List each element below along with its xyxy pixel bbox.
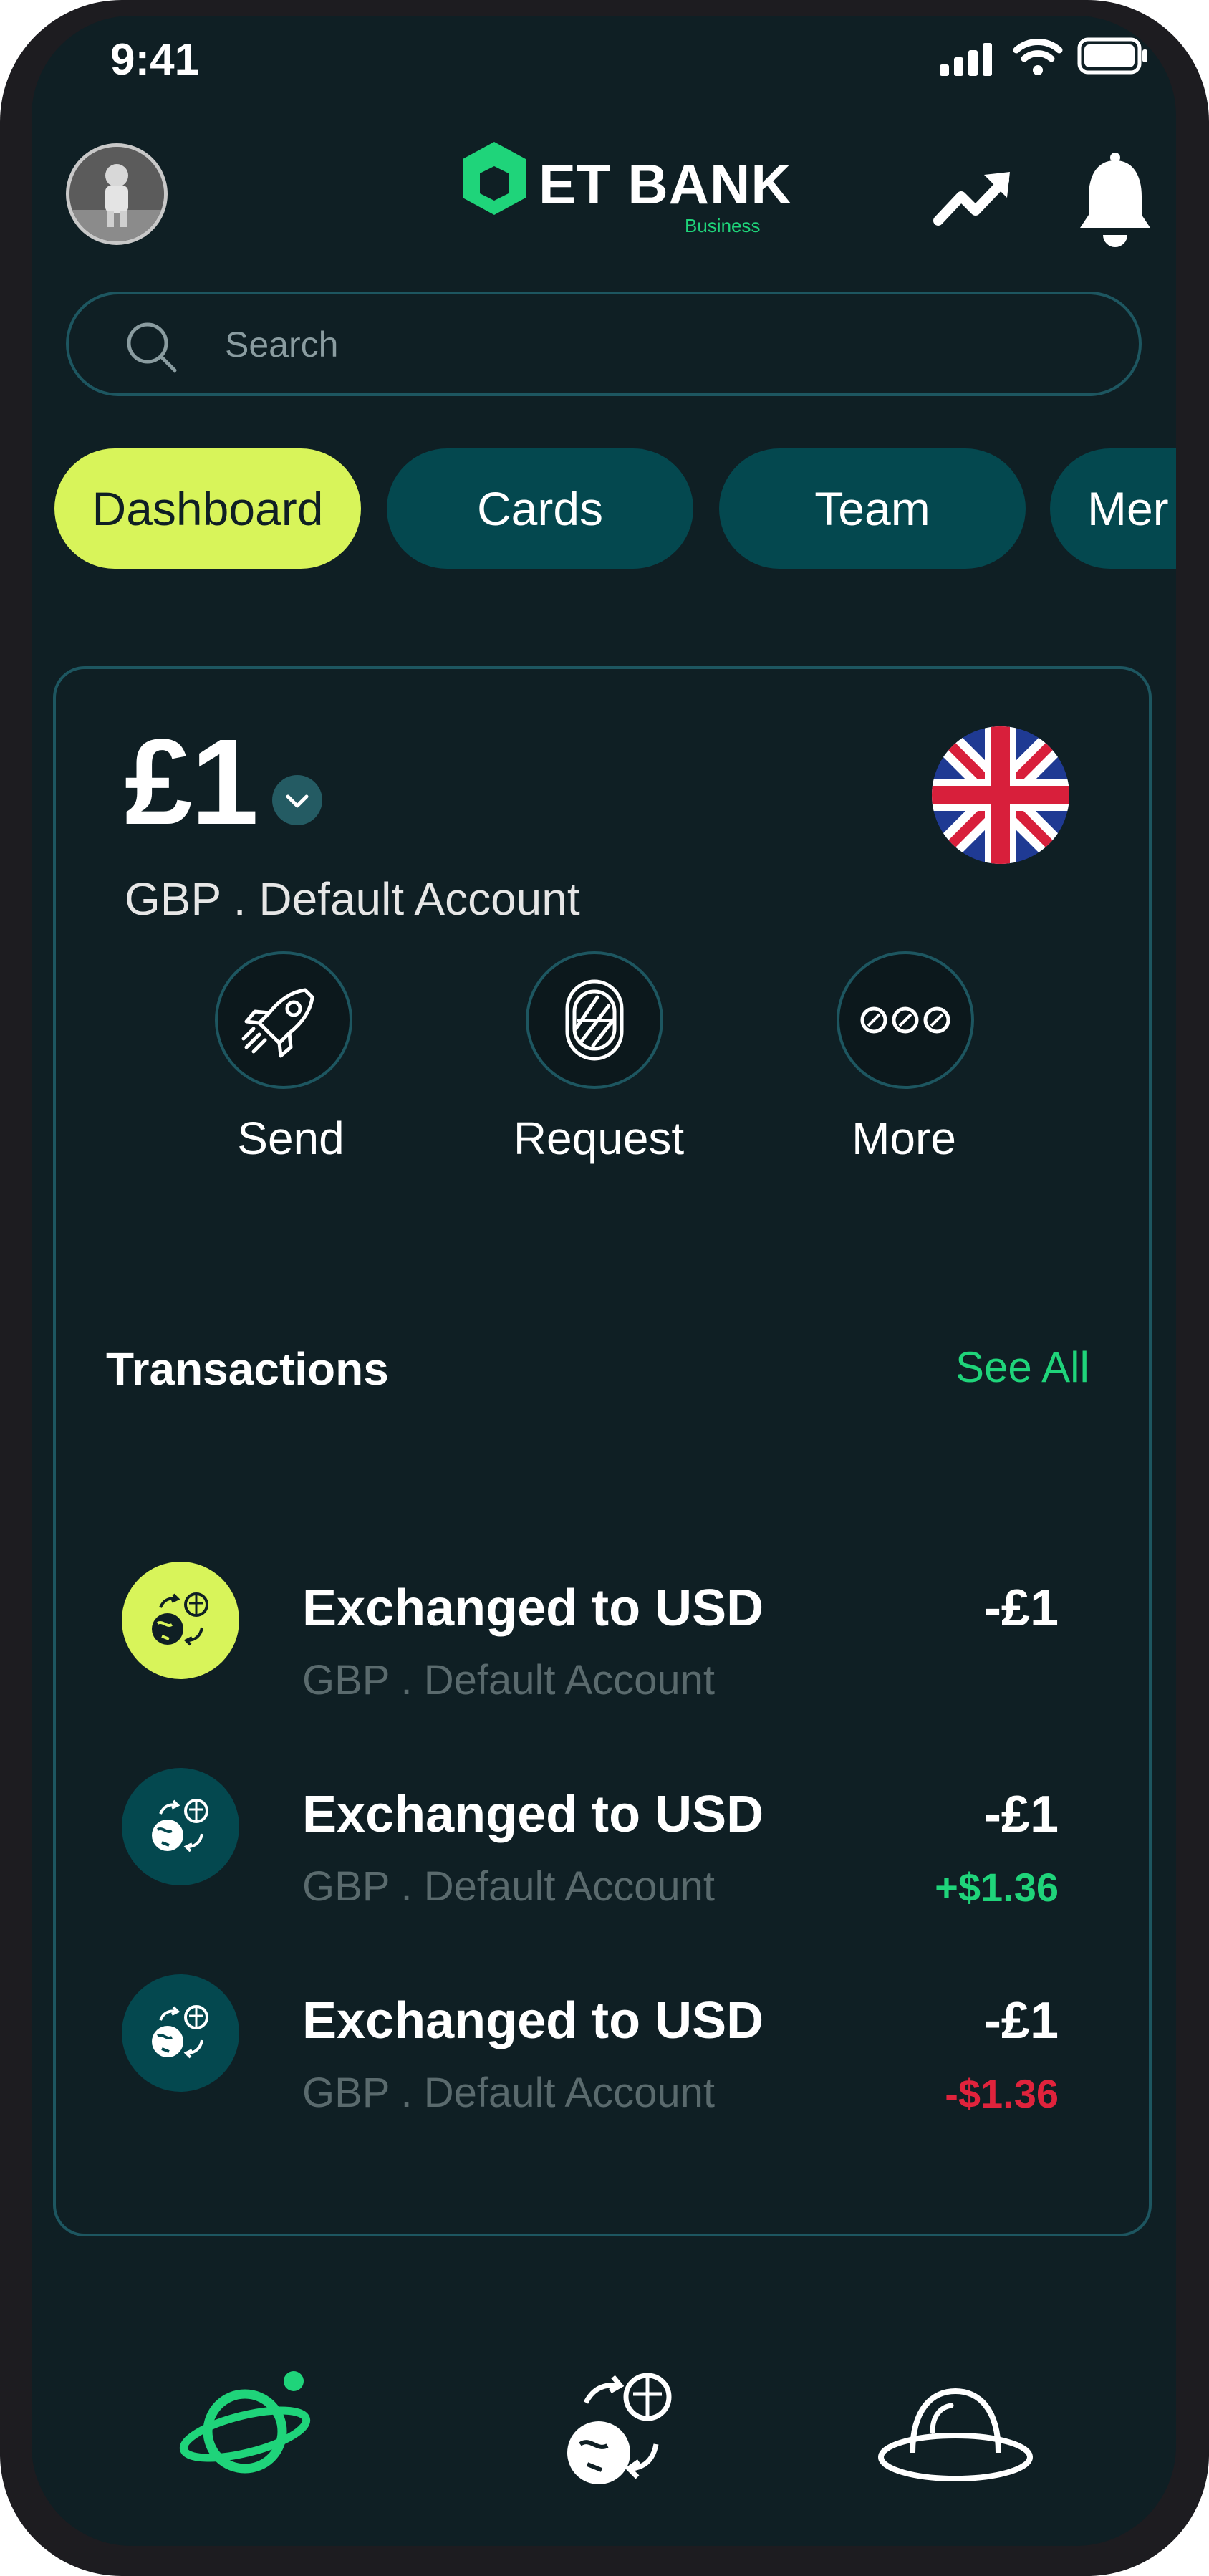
transaction-subtitle: GBP . Default Account [302,2070,716,2116]
signal-icon [940,43,994,80]
transaction-converted-amount: -$1.36 [945,2071,1059,2116]
avatar[interactable] [66,143,168,245]
rocket-icon [241,988,314,1058]
account-balance: £1 [125,714,259,850]
transaction-converted-amount: +$1.36 [935,1865,1059,1910]
battery-icon [1077,37,1149,78]
see-all-link[interactable]: See All [955,1342,1089,1392]
account-label: GBP . Default Account [125,873,580,925]
more-label: More [852,1112,956,1164]
transaction-title: Exchanged to USD [302,1786,764,1843]
tab-dashboard[interactable]: Dashboard [54,448,361,569]
wifi-icon [1013,36,1063,80]
request-button[interactable] [526,951,663,1089]
more-dots-icon [860,1006,950,1034]
brand-subtitle: Business [685,215,761,236]
exchange-globe-icon [122,1562,239,1679]
nav-profile[interactable] [870,2365,1041,2494]
transaction-amount: -£1 [983,1992,1059,2049]
search-icon [125,320,179,378]
ufo-hat-icon [878,2388,1033,2481]
more-button[interactable] [837,951,974,1089]
trend-icon[interactable] [933,165,1018,236]
exchange-globe-icon [567,2373,672,2484]
send-label: Send [237,1112,345,1164]
window-icon [565,979,624,1061]
brand-name: ET BANK [539,153,792,216]
transaction-amount: -£1 [983,1786,1059,1843]
nav-home[interactable] [179,2365,322,2494]
transaction-subtitle: GBP . Default Account [302,1657,716,1703]
bell-icon[interactable] [1076,152,1155,252]
tab-cards[interactable]: Cards [387,448,693,569]
search-input[interactable] [223,317,1086,373]
app-screen: 9:41 ET BANK Business Search Dashboard C… [32,16,1176,2546]
logo-icon [458,139,530,221]
transaction-subtitle: GBP . Default Account [302,1863,716,1910]
phone-frame: 9:41 ET BANK Business Search Dashboard C… [0,0,1209,2576]
nav-exchange[interactable] [533,2365,676,2494]
tab-members[interactable]: Mer [1050,448,1176,569]
exchange-globe-icon [122,1974,239,2092]
uk-flag-icon[interactable] [932,726,1069,864]
request-label: Request [513,1112,685,1164]
transaction-title: Exchanged to USD [302,1580,764,1637]
transaction-amount: -£1 [983,1580,1059,1637]
transactions-heading: Transactions [106,1343,389,1395]
send-button[interactable] [215,951,352,1089]
planet-icon [179,2371,311,2474]
exchange-globe-icon [122,1768,239,1885]
transaction-title: Exchanged to USD [302,1992,764,2049]
tab-team[interactable]: Team [719,448,1026,569]
chevron-down-icon[interactable] [272,775,322,825]
status-time: 9:41 [110,35,200,85]
